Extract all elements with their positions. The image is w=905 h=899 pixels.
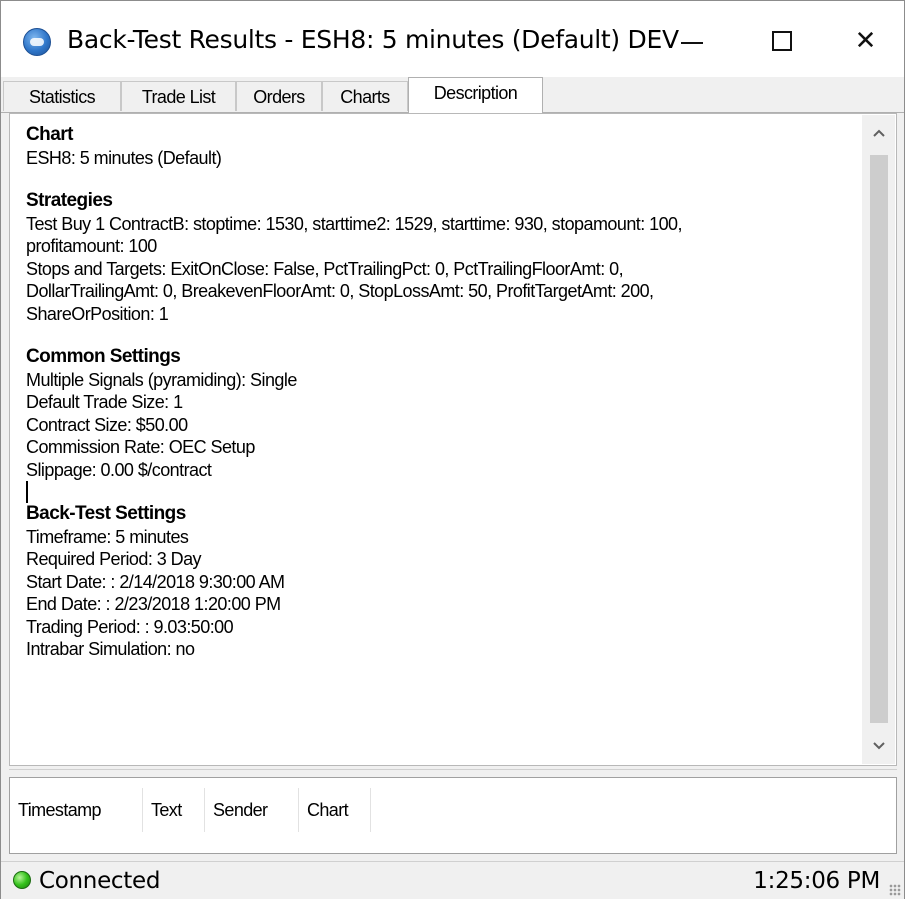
status-time: 1:25:06 PM [753, 868, 880, 894]
column-header-chart[interactable]: Chart [299, 788, 371, 832]
common-settings-line: Commission Rate: OEC Setup [26, 437, 255, 457]
close-button[interactable]: ✕ [827, 1, 904, 81]
status-indicator-icon [13, 871, 31, 889]
minimize-button[interactable] [647, 1, 737, 81]
app-icon[interactable] [23, 28, 51, 56]
description-textbox[interactable]: Chart ESH8: 5 minutes (Default) Strategi… [9, 113, 897, 766]
tab-description[interactable]: Description [408, 77, 543, 113]
strategies-line: Stops and Targets: ExitOnClose: False, P… [26, 258, 624, 279]
column-header-text[interactable]: Text [143, 788, 205, 832]
backtest-settings-heading: Back-Test Settings [26, 503, 186, 524]
tab-trade-list[interactable]: Trade List [121, 81, 236, 111]
vertical-scrollbar[interactable] [862, 115, 895, 764]
backtest-settings-line: Intrabar Simulation: no [26, 639, 195, 659]
maximize-icon [772, 31, 792, 51]
backtest-settings-line: Timeframe: 5 minutes [26, 526, 189, 547]
common-settings-line: Default Trade Size: 1 [26, 392, 183, 412]
common-settings-line: Contract Size: $50.00 [26, 414, 188, 435]
backtest-settings-line: Required Period: 3 Day [26, 549, 202, 569]
log-panel: Timestamp Text Sender Chart [9, 777, 897, 854]
backtest-settings-line: Start Date: : 2/14/2018 9:30:00 AM [26, 571, 285, 592]
chart-heading: Chart [26, 124, 73, 145]
text-caret [26, 481, 28, 503]
strategies-line: Test Buy 1 ContractB: stoptime: 1530, st… [26, 213, 683, 234]
backtest-settings-line: End Date: : 2/23/2018 1:20:00 PM [26, 594, 281, 614]
tab-strip: Statistics Trade List Orders Charts Desc… [1, 77, 904, 113]
window-title: Back-Test Results - ESH8: 5 minutes (Def… [67, 25, 679, 54]
strategies-heading: Strategies [26, 190, 113, 211]
scroll-up-button[interactable] [862, 115, 895, 151]
close-icon: ✕ [854, 26, 877, 56]
tab-charts[interactable]: Charts [322, 81, 408, 111]
strategies-line: profitamount: 100 [26, 236, 157, 256]
strategies-line: ShareOrPosition: 1 [26, 303, 169, 324]
text-caret-line [26, 481, 866, 503]
tab-statistics[interactable]: Statistics [3, 81, 121, 111]
column-header-sender[interactable]: Sender [205, 788, 299, 832]
title-bar[interactable]: Back-Test Results - ESH8: 5 minutes (Def… [1, 1, 904, 81]
column-header-timestamp[interactable]: Timestamp [10, 788, 143, 832]
maximize-button[interactable] [737, 1, 827, 81]
app-window: Back-Test Results - ESH8: 5 minutes (Def… [0, 0, 905, 899]
common-settings-line: Slippage: 0.00 $/contract [26, 459, 212, 480]
minimize-icon [681, 42, 703, 44]
scroll-down-button[interactable] [862, 728, 895, 764]
common-settings-heading: Common Settings [26, 346, 181, 367]
resize-grip-icon[interactable] [889, 884, 901, 896]
backtest-settings-line: Trading Period: : 9.03:50:00 [26, 616, 234, 637]
common-settings-line: Multiple Signals (pyramiding): Single [26, 369, 297, 390]
scrollbar-thumb[interactable] [870, 155, 888, 723]
status-bar: Connected 1:25:06 PM [1, 861, 904, 899]
strategies-line: DollarTrailingAmt: 0, BreakevenFloorAmt:… [26, 281, 654, 301]
description-text[interactable]: Chart ESH8: 5 minutes (Default) Strategi… [26, 124, 866, 661]
scroll-up-icon [872, 129, 885, 137]
tab-orders[interactable]: Orders [236, 81, 322, 111]
chart-line: ESH8: 5 minutes (Default) [26, 147, 222, 168]
scroll-down-icon [872, 742, 885, 750]
connection-status: Connected [39, 868, 161, 894]
